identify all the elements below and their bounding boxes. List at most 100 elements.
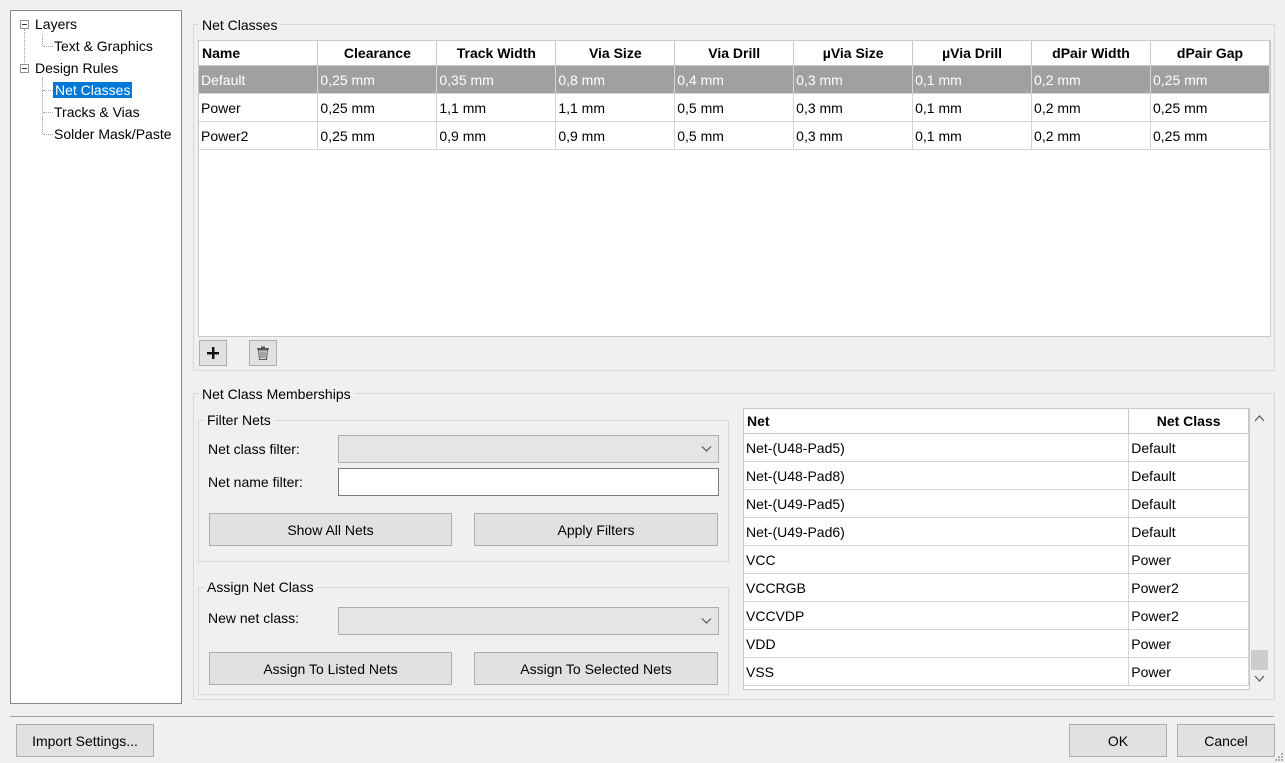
new-net-class-select[interactable] [338, 607, 719, 635]
column-header[interactable]: Clearance [317, 41, 438, 66]
collapse-icon[interactable] [20, 64, 29, 73]
column-header[interactable]: Via Size [555, 41, 676, 66]
grid-cell[interactable]: 0,2 mm [1031, 93, 1151, 122]
net-class-cell[interactable]: Default [1128, 461, 1249, 490]
tree-item-solder-mask[interactable]: Solder Mask/Paste [54, 124, 172, 144]
column-header[interactable]: dPair Gap [1150, 41, 1271, 66]
grid-cell[interactable]: 0,25 mm [1150, 93, 1271, 122]
net-name-cell[interactable]: VCCRGB [744, 573, 1130, 602]
list-item[interactable]: VCCVDP Power2 [744, 601, 1249, 630]
column-header[interactable]: µVia Drill [912, 41, 1033, 66]
table-row[interactable]: Default 0,25 mm 0,35 mm 0,8 mm 0,4 mm 0,… [199, 65, 1271, 94]
tree-item-net-classes[interactable]: Net Classes [53, 80, 133, 100]
grid-cell[interactable]: 0,3 mm [793, 121, 914, 150]
scroll-thumb[interactable] [1251, 650, 1268, 670]
scroll-up-icon[interactable] [1254, 414, 1265, 423]
list-item[interactable]: Net-(U48-Pad5) Default [744, 433, 1249, 462]
net-class-cell[interactable]: Power2 [1128, 573, 1249, 602]
column-header[interactable]: dPair Width [1031, 41, 1151, 66]
cancel-button[interactable]: Cancel [1177, 724, 1275, 757]
ok-button[interactable]: OK [1069, 724, 1167, 757]
net-classes-grid[interactable]: Name Clearance Track Width Via Size Via … [198, 40, 1271, 337]
grid-cell[interactable]: Power [199, 93, 319, 122]
tree-item-design-rules[interactable]: Design Rules [35, 58, 118, 78]
tree-line [42, 35, 43, 46]
net-class-filter-select[interactable] [338, 435, 719, 463]
list-item[interactable]: VCCRGB Power2 [744, 573, 1249, 602]
table-row[interactable]: Power 0,25 mm 1,1 mm 1,1 mm 0,5 mm 0,3 m… [199, 93, 1271, 122]
list-item[interactable]: Net-(U48-Pad8) Default [744, 461, 1249, 490]
list-item[interactable]: Net-(U49-Pad5) Default [744, 489, 1249, 518]
net-name-cell[interactable]: VSS [744, 657, 1130, 686]
grid-cell[interactable]: 0,5 mm [674, 93, 795, 122]
net-class-cell[interactable]: Default [1128, 433, 1249, 462]
grid-cell[interactable]: 1,1 mm [555, 93, 676, 122]
list-item[interactable]: VCC Power [744, 545, 1249, 574]
list-scrollbar[interactable] [1250, 408, 1269, 690]
grid-cell[interactable]: 1,1 mm [436, 93, 557, 122]
tree-item-label: Text & Graphics [54, 38, 153, 54]
tree-item-label: Design Rules [35, 60, 119, 76]
tree-item-tracks-vias[interactable]: Tracks & Vias [54, 102, 140, 122]
tree-item-layers[interactable]: Layers [35, 14, 77, 34]
assign-to-listed-nets-button[interactable]: Assign To Listed Nets [209, 652, 452, 685]
scroll-down-icon[interactable] [1254, 674, 1265, 683]
apply-filters-button[interactable]: Apply Filters [474, 513, 718, 546]
column-header[interactable]: Via Drill [674, 41, 795, 66]
net-name-cell[interactable]: VDD [744, 629, 1130, 658]
column-header[interactable]: µVia Size [793, 41, 914, 66]
column-header[interactable]: Net Class [1128, 409, 1249, 434]
settings-tree[interactable]: Layers Text & Graphics Design Rules Net … [10, 10, 182, 704]
list-item[interactable]: VSS Power [744, 657, 1249, 686]
grid-cell[interactable]: 0,4 mm [674, 65, 795, 94]
grid-cell[interactable]: 0,2 mm [1031, 121, 1151, 150]
grid-cell[interactable]: 0,1 mm [912, 65, 1033, 94]
import-settings-button[interactable]: Import Settings... [16, 724, 154, 757]
net-class-cell[interactable]: Power2 [1128, 601, 1249, 630]
grid-cell[interactable]: 0,3 mm [793, 65, 914, 94]
grid-cell[interactable]: 0,1 mm [912, 121, 1033, 150]
grid-cell[interactable]: 0,8 mm [555, 65, 676, 94]
net-class-cell[interactable]: Default [1128, 489, 1249, 518]
resize-grip-icon[interactable] [1273, 751, 1284, 762]
grid-cell[interactable]: 0,5 mm [674, 121, 795, 150]
grid-cell[interactable]: 0,2 mm [1031, 65, 1151, 94]
net-class-cell[interactable]: Power [1128, 657, 1249, 686]
grid-cell[interactable]: 0,9 mm [555, 121, 676, 150]
grid-cell[interactable]: 0,9 mm [436, 121, 557, 150]
column-header[interactable]: Name [199, 41, 319, 66]
grid-cell[interactable]: 0,3 mm [793, 93, 914, 122]
list-item[interactable]: VDD Power [744, 629, 1249, 658]
net-name-cell[interactable]: Net-(U49-Pad5) [744, 489, 1130, 518]
column-header[interactable]: Net [744, 409, 1130, 434]
net-membership-list[interactable]: Net Net Class Net-(U48-Pad5) Default Net-… [743, 408, 1250, 690]
grid-cell[interactable]: Default [199, 65, 319, 94]
table-row[interactable]: Power2 0,25 mm 0,9 mm 0,9 mm 0,5 mm 0,3 … [199, 121, 1271, 150]
grid-cell[interactable]: 0,1 mm [912, 93, 1033, 122]
delete-net-class-button[interactable] [249, 340, 277, 366]
net-name-cell[interactable]: VCCVDP [744, 601, 1130, 630]
net-name-cell[interactable]: Net-(U48-Pad5) [744, 433, 1130, 462]
net-class-cell[interactable]: Power [1128, 545, 1249, 574]
show-all-nets-button[interactable]: Show All Nets [209, 513, 452, 546]
grid-cell[interactable]: 0,25 mm [317, 65, 438, 94]
add-net-class-button[interactable] [199, 340, 227, 366]
list-item[interactable]: Net-(U49-Pad6) Default [744, 517, 1249, 546]
collapse-icon[interactable] [20, 20, 29, 29]
grid-cell[interactable]: Power2 [199, 121, 319, 150]
net-name-filter-input[interactable] [338, 468, 719, 496]
tree-line [43, 112, 53, 113]
tree-item-text-graphics[interactable]: Text & Graphics [54, 36, 153, 56]
grid-cell[interactable]: 0,25 mm [317, 93, 438, 122]
net-name-cell[interactable]: Net-(U48-Pad8) [744, 461, 1130, 490]
grid-cell[interactable]: 0,35 mm [436, 65, 557, 94]
net-name-cell[interactable]: Net-(U49-Pad6) [744, 517, 1130, 546]
column-header[interactable]: Track Width [436, 41, 557, 66]
net-class-cell[interactable]: Default [1128, 517, 1249, 546]
net-name-cell[interactable]: VCC [744, 545, 1130, 574]
assign-to-selected-nets-button[interactable]: Assign To Selected Nets [474, 652, 718, 685]
net-class-cell[interactable]: Power [1128, 629, 1249, 658]
grid-cell[interactable]: 0,25 mm [1150, 121, 1271, 150]
grid-cell[interactable]: 0,25 mm [1150, 65, 1271, 94]
grid-cell[interactable]: 0,25 mm [317, 121, 438, 150]
